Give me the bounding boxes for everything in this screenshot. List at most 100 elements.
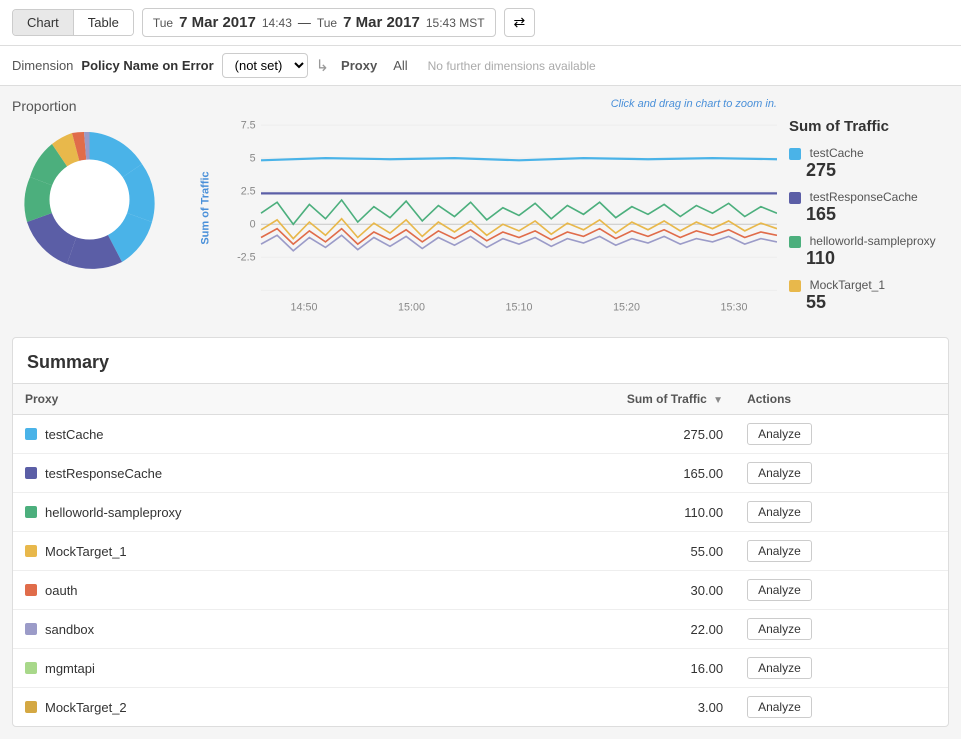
actions-cell: Analyze [735,610,948,649]
line-chart-svg: 7.5 5 2.5 0 -2.5 [218,114,777,318]
day2: Tue [317,16,337,30]
proxy-dot [25,701,37,713]
legend-item-value: 165 [789,204,949,225]
traffic-value: 110.00 [446,493,735,532]
legend-color [789,280,801,292]
actions-cell: Analyze [735,571,948,610]
col-proxy: Proxy [13,384,446,415]
legend-item-name: testCache [810,146,864,160]
legend-item-value: 110 [789,248,949,269]
dimension-link-all[interactable]: All [389,56,411,75]
date2: 7 Mar 2017 [343,14,420,31]
time2: 15:43 MST [426,16,485,30]
proxy-name: MockTarget_2 [45,700,127,715]
dimension-active: Policy Name on Error [81,58,213,73]
svg-text:14:50: 14:50 [291,301,318,313]
legend-title: Sum of Traffic [789,118,949,135]
legend-color [789,192,801,204]
analyze-button[interactable]: Analyze [747,618,812,640]
main-content: Proportion [0,86,961,739]
swap-button[interactable]: ⇄ [504,8,536,37]
analyze-button[interactable]: Analyze [747,540,812,562]
summary-title: Summary [13,338,948,383]
proxy-dot [25,428,37,440]
summary-table: Proxy Sum of Traffic ▼ Actions testCache… [13,383,948,726]
svg-text:2.5: 2.5 [241,185,256,197]
day1: Tue [153,16,173,30]
dimension-note: No further dimensions available [428,59,596,73]
traffic-value: 55.00 [446,532,735,571]
y-axis-label: Sum of Traffic [200,171,212,244]
dash: — [298,15,311,30]
proxy-name: mgmtapi [45,661,95,676]
dimension-sep-icon: ↳ [316,56,329,76]
traffic-value: 3.00 [446,688,735,727]
proxy-name: testResponseCache [45,466,162,481]
charts-row: Proportion [12,98,949,321]
analyze-button[interactable]: Analyze [747,462,812,484]
proxy-cell: testCache [13,415,446,454]
table-row: testResponseCache 165.00 Analyze [13,454,948,493]
traffic-value: 22.00 [446,610,735,649]
tab-chart[interactable]: Chart [13,10,74,35]
proxy-dot [25,506,37,518]
dimension-link-proxy[interactable]: Proxy [337,56,381,75]
proxy-dot [25,662,37,674]
dimension-select[interactable]: (not set) [222,53,308,78]
svg-text:15:00: 15:00 [398,301,425,313]
proportion-section: Proportion [12,98,182,277]
proxy-name: MockTarget_1 [45,544,127,559]
svg-text:7.5: 7.5 [241,119,256,131]
legend-item-name: helloworld-sampleproxy [810,234,936,248]
traffic-value: 30.00 [446,571,735,610]
legend-item: MockTarget_1 55 [789,277,949,313]
table-row: mgmtapi 16.00 Analyze [13,649,948,688]
svg-text:0: 0 [250,218,256,230]
date-range: Tue 7 Mar 2017 14:43 — Tue 7 Mar 2017 15… [142,8,496,37]
dimension-bar: Dimension Policy Name on Error (not set)… [0,46,961,86]
analyze-button[interactable]: Analyze [747,657,812,679]
legend-item-name: MockTarget_1 [810,278,885,292]
line-chart-section: Click and drag in chart to zoom in. Sum … [194,98,777,318]
tab-group: Chart Table [12,9,134,36]
proportion-title: Proportion [12,98,182,114]
proxy-dot [25,623,37,635]
table-row: oauth 30.00 Analyze [13,571,948,610]
legend-item: testCache 275 [789,145,949,181]
analyze-button[interactable]: Analyze [747,501,812,523]
traffic-value: 275.00 [446,415,735,454]
proxy-cell: MockTarget_2 [13,688,446,727]
analyze-button[interactable]: Analyze [747,423,812,445]
legend-section: Sum of Traffic testCache 275 testRespons… [789,98,949,321]
legend-item-value: 275 [789,160,949,181]
actions-cell: Analyze [735,649,948,688]
time1: 14:43 [262,16,292,30]
actions-cell: Analyze [735,454,948,493]
proxy-cell: testResponseCache [13,454,446,493]
col-traffic: Sum of Traffic ▼ [446,384,735,415]
analyze-button[interactable]: Analyze [747,696,812,718]
table-row: MockTarget_2 3.00 Analyze [13,688,948,727]
legend-item-value: 55 [789,292,949,313]
proxy-dot [25,545,37,557]
proxy-cell: helloworld-sampleproxy [13,493,446,532]
proxy-cell: oauth [13,571,446,610]
proxy-name: helloworld-sampleproxy [45,505,182,520]
proxy-cell: mgmtapi [13,649,446,688]
legend-color [789,236,801,248]
proxy-dot [25,584,37,596]
top-bar: Chart Table Tue 7 Mar 2017 14:43 — Tue 7… [0,0,961,46]
legend-color [789,148,801,160]
analyze-button[interactable]: Analyze [747,579,812,601]
actions-cell: Analyze [735,688,948,727]
table-row: sandbox 22.00 Analyze [13,610,948,649]
proxy-cell: MockTarget_1 [13,532,446,571]
tab-table[interactable]: Table [74,10,133,35]
actions-cell: Analyze [735,532,948,571]
proxy-name: sandbox [45,622,94,637]
legend-item: testResponseCache 165 [789,189,949,225]
svg-text:5: 5 [250,152,256,164]
traffic-value: 165.00 [446,454,735,493]
summary-section: Summary Proxy Sum of Traffic ▼ Actions t… [12,337,949,727]
svg-text:15:30: 15:30 [721,301,748,313]
